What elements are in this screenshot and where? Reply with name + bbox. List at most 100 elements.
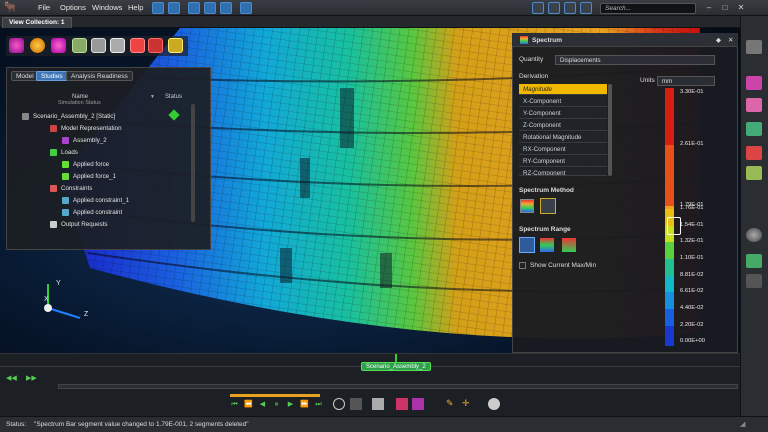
redo-icon[interactable] bbox=[168, 2, 180, 14]
pin-icon[interactable]: ◆ bbox=[716, 36, 721, 44]
method-banded-icon[interactable] bbox=[540, 198, 556, 214]
filter-icon[interactable]: ▼ bbox=[150, 94, 155, 100]
spectrum-value-label[interactable]: 4.40E-02 bbox=[680, 305, 704, 311]
segment-handle[interactable] bbox=[667, 217, 681, 235]
print-icon[interactable] bbox=[220, 2, 232, 14]
spectrum-value-label[interactable]: 2.61E-01 bbox=[680, 141, 704, 147]
show-minmax-checkbox[interactable] bbox=[519, 262, 526, 269]
range-lock-icon[interactable] bbox=[562, 238, 576, 252]
resize-grip-icon[interactable]: ◢ bbox=[740, 420, 745, 428]
view-cube-icon[interactable] bbox=[746, 40, 762, 54]
last-frame-icon[interactable]: ⏭ bbox=[314, 400, 323, 409]
tree-item-loads[interactable]: Loads bbox=[61, 149, 78, 156]
spectrum-value-label[interactable]: 8.81E-02 bbox=[680, 272, 704, 278]
open-icon[interactable] bbox=[204, 2, 216, 14]
tree-item-applied-constraint-1[interactable]: Applied constraint_1 bbox=[73, 197, 129, 204]
probe-icon[interactable] bbox=[130, 38, 145, 53]
deform-icon[interactable] bbox=[72, 38, 87, 53]
tab-studies[interactable]: Studies bbox=[36, 71, 68, 81]
loop-icon[interactable] bbox=[333, 398, 345, 410]
step-back-icon[interactable]: ◀ bbox=[258, 400, 267, 409]
derivation-rz[interactable]: RZ-Component bbox=[519, 168, 607, 176]
tree-scrollbar[interactable] bbox=[191, 104, 195, 222]
menu-help[interactable]: Help bbox=[128, 3, 143, 12]
menu-file[interactable]: File bbox=[38, 3, 50, 12]
search-input[interactable]: Search... bbox=[600, 3, 696, 14]
undo-icon[interactable] bbox=[152, 2, 164, 14]
quantity-select[interactable]: Displacements bbox=[555, 55, 715, 65]
animate-icon[interactable] bbox=[51, 38, 66, 53]
spectrum-value-label[interactable]: 2.20E-02 bbox=[680, 322, 704, 328]
tree-item-simulation-status[interactable]: Simulation Status bbox=[58, 100, 101, 105]
color-segment[interactable] bbox=[665, 206, 674, 209]
scenario-chip[interactable]: Scenario_Assembly_2 bbox=[361, 362, 431, 371]
mesh-icon[interactable] bbox=[91, 38, 106, 53]
spectrum-value-label[interactable]: 0.00E+00 bbox=[680, 338, 705, 344]
derivation-y[interactable]: Y-Component bbox=[519, 108, 607, 119]
pan-icon[interactable] bbox=[746, 274, 762, 288]
grid-icon[interactable] bbox=[532, 2, 544, 14]
spectrum-value-label[interactable]: 1.54E-01 bbox=[680, 222, 704, 228]
spectrum-value-label[interactable]: 1.32E-01 bbox=[680, 238, 704, 244]
tree-item-output-requests[interactable]: Output Requests bbox=[61, 221, 107, 228]
spectrum-value-label[interactable]: 1.76E-01 bbox=[680, 205, 704, 211]
panel-close-icon[interactable]: ✕ bbox=[728, 36, 733, 44]
spectrum-value-label[interactable]: 6.61E-02 bbox=[680, 288, 704, 294]
camera-icon[interactable] bbox=[580, 2, 592, 14]
max-min-icon[interactable] bbox=[148, 38, 163, 53]
record-icon[interactable] bbox=[396, 398, 408, 410]
color-segment[interactable] bbox=[665, 276, 674, 292]
play-icon[interactable]: ▶ bbox=[286, 400, 295, 409]
tab-model[interactable]: Model bbox=[11, 71, 39, 81]
menu-windows[interactable]: Windows bbox=[92, 3, 122, 12]
fast-forward-icon[interactable]: ⏩ bbox=[300, 400, 309, 409]
restore-icon[interactable]: □ bbox=[720, 3, 730, 13]
tab-analysis-readiness[interactable]: Analysis Readiness bbox=[66, 71, 133, 81]
minimize-icon[interactable]: – bbox=[704, 3, 714, 13]
save-icon[interactable] bbox=[188, 2, 200, 14]
report-icon[interactable] bbox=[168, 38, 183, 53]
units-select[interactable]: mm bbox=[657, 76, 715, 86]
section-icon[interactable] bbox=[110, 38, 125, 53]
derivation-magnitude[interactable]: Magnitude bbox=[519, 84, 607, 95]
pencil-icon[interactable]: ✎ bbox=[446, 398, 454, 409]
derivation-scrollbar[interactable] bbox=[608, 84, 612, 176]
color-segment[interactable] bbox=[665, 292, 674, 309]
timeline-start-icon[interactable]: ◀◀ bbox=[6, 374, 17, 382]
tree-item-constraints[interactable]: Constraints bbox=[61, 185, 92, 192]
tab-view-collection[interactable]: View Collection: 1 bbox=[2, 17, 72, 28]
color-segment[interactable] bbox=[665, 145, 674, 206]
range-auto-icon[interactable] bbox=[519, 237, 535, 253]
light-icon[interactable] bbox=[488, 398, 500, 410]
derivation-x[interactable]: X-Component bbox=[519, 96, 607, 107]
color-segment[interactable] bbox=[665, 88, 674, 145]
menu-options[interactable]: Options bbox=[60, 3, 86, 12]
orbit-icon[interactable] bbox=[746, 228, 762, 242]
spectrum-value-label[interactable]: 3.30E-01 bbox=[680, 89, 704, 95]
results-icon[interactable] bbox=[746, 76, 762, 90]
column-status-header[interactable]: Status bbox=[165, 94, 182, 100]
table-icon[interactable] bbox=[746, 122, 762, 136]
color-segment[interactable] bbox=[665, 309, 674, 326]
report-icon[interactable] bbox=[746, 146, 762, 160]
color-segment[interactable] bbox=[665, 259, 674, 276]
first-frame-icon[interactable]: ⏮ bbox=[230, 400, 239, 409]
fit-icon[interactable] bbox=[746, 254, 762, 268]
camera-small-icon[interactable] bbox=[372, 398, 384, 410]
method-continuous-icon[interactable] bbox=[520, 199, 534, 213]
tree-item-applied-constraint[interactable]: Applied constraint bbox=[73, 209, 122, 216]
contour-icon[interactable] bbox=[9, 38, 24, 53]
layout-icon[interactable] bbox=[548, 2, 560, 14]
sphere-icon[interactable] bbox=[30, 38, 45, 53]
rewind-icon[interactable]: ⏪ bbox=[244, 400, 253, 409]
settings-small-icon[interactable] bbox=[350, 398, 362, 410]
derivation-rx[interactable]: RX-Component bbox=[519, 144, 607, 155]
derivation-rot-mag[interactable]: Rotational Magnitude bbox=[519, 132, 607, 143]
probe-tool-icon[interactable] bbox=[746, 166, 762, 180]
range-user-icon[interactable] bbox=[540, 238, 554, 252]
close-icon[interactable]: ✕ bbox=[736, 3, 746, 13]
derivation-z[interactable]: Z-Component bbox=[519, 120, 607, 131]
pause-icon[interactable]: ⏸ bbox=[272, 400, 281, 409]
view-icon[interactable] bbox=[564, 2, 576, 14]
crosshair-icon[interactable]: ✛ bbox=[462, 398, 470, 409]
